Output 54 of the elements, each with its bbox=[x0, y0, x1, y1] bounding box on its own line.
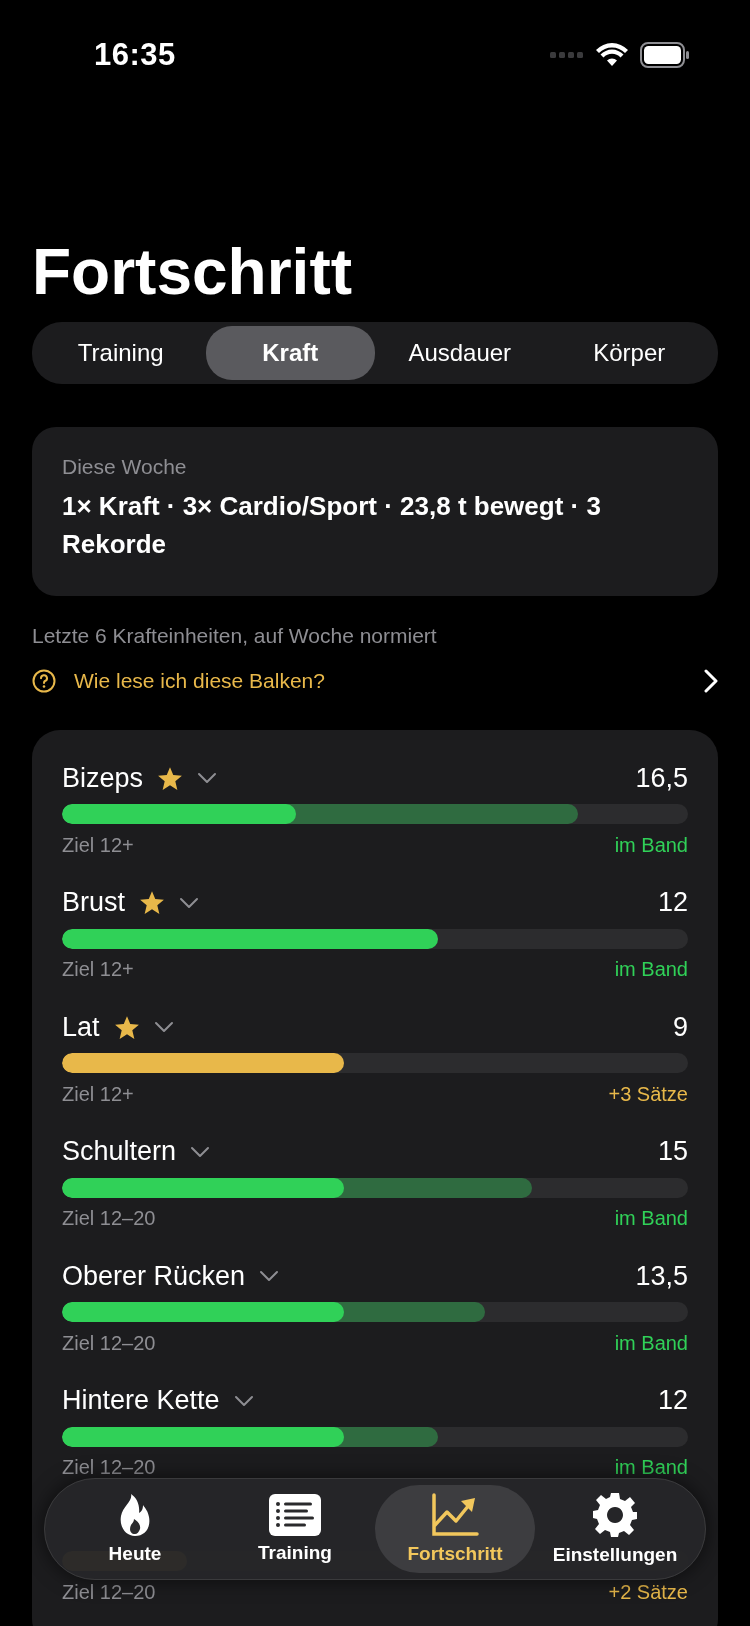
status-text: +3 Sätze bbox=[608, 1082, 688, 1106]
status-text: im Band bbox=[614, 1331, 688, 1355]
status-text: im Band bbox=[614, 1456, 688, 1479]
battery-icon bbox=[640, 42, 690, 68]
muscle-name: Bizeps bbox=[62, 762, 144, 794]
muscle-name: Schultern bbox=[62, 1136, 177, 1167]
status-text: im Band bbox=[614, 833, 688, 857]
chevron-down-icon[interactable] bbox=[233, 1394, 254, 1407]
muscle-value: 16,5 bbox=[635, 762, 688, 794]
goal-text: Ziel 12+ bbox=[62, 958, 134, 981]
status-text: im Band bbox=[614, 1207, 688, 1230]
status-text: im Band bbox=[614, 958, 688, 981]
tab-bar-item[interactable]: Heute bbox=[55, 1485, 215, 1573]
help-link[interactable]: Wie lese ich diese Balken? bbox=[32, 666, 718, 696]
goal-text: Ziel 12–20 bbox=[62, 1331, 156, 1355]
page-title: Fortschritt bbox=[32, 237, 353, 307]
chevron-down-icon[interactable] bbox=[190, 1145, 211, 1158]
summary-label: Diese Woche bbox=[62, 455, 188, 479]
chevron-down-icon[interactable] bbox=[197, 772, 218, 784]
chevron-down-icon[interactable] bbox=[259, 1270, 280, 1282]
chevron-down-icon[interactable] bbox=[153, 1021, 174, 1033]
tab-bar-item[interactable]: Einstellungen bbox=[535, 1485, 695, 1573]
muscle-value: 12 bbox=[657, 887, 688, 918]
tab-bar-item[interactable]: Training bbox=[215, 1485, 375, 1573]
muscle-name: Brust bbox=[62, 887, 126, 918]
goal-text: Ziel 12–20 bbox=[62, 1456, 156, 1479]
settings-icon bbox=[592, 1492, 638, 1538]
muscle-name: Hintere Kette bbox=[62, 1385, 220, 1416]
help-icon bbox=[32, 669, 56, 693]
goal-text: Ziel 12–20 bbox=[62, 1580, 156, 1604]
chevron-down-icon[interactable] bbox=[179, 896, 200, 909]
segment-tab[interactable]: Körper bbox=[544, 326, 714, 380]
status-text: +2 Sätze bbox=[608, 1580, 688, 1604]
line-chart-icon bbox=[431, 1493, 479, 1537]
status-time: 16:35 bbox=[94, 37, 176, 73]
goal-text: Ziel 12+ bbox=[62, 1082, 134, 1106]
signal-icon bbox=[550, 50, 584, 60]
segment-tab[interactable]: Ausdauer bbox=[375, 326, 545, 380]
muscle-name: Lat bbox=[62, 1011, 100, 1043]
goal-text: Ziel 12+ bbox=[62, 833, 134, 857]
tab-bar-item[interactable]: Fortschritt bbox=[375, 1485, 535, 1573]
muscle-value: 15 bbox=[657, 1136, 688, 1167]
muscle-name: Oberer Rücken bbox=[62, 1260, 246, 1292]
muscle-value: 12 bbox=[657, 1385, 688, 1416]
wifi-icon bbox=[596, 43, 628, 67]
segment-tab[interactable]: Kraft bbox=[205, 326, 375, 380]
muscle-value: 13,5 bbox=[635, 1260, 688, 1292]
chevron-right-icon bbox=[704, 669, 718, 693]
summary-text: 1× Kraft · 3× Cardio/Sport · 23,8 t bewegt · 3 Rekorde bbox=[62, 490, 602, 561]
goal-text: Ziel 12–20 bbox=[62, 1207, 156, 1230]
segment-tab[interactable]: Training bbox=[36, 326, 206, 380]
list-icon bbox=[269, 1494, 321, 1536]
muscle-value: 9 bbox=[672, 1011, 688, 1043]
section-caption: Letzte 6 Krafteinheiten, auf Woche normiert bbox=[32, 624, 438, 648]
